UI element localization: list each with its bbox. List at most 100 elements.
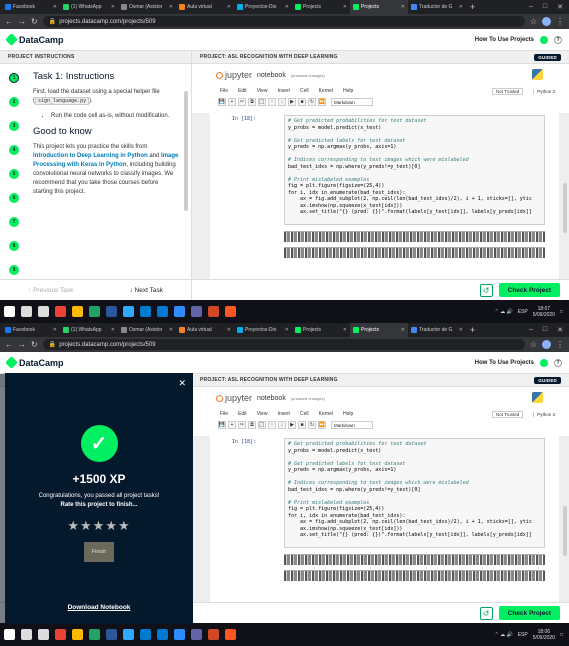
photoshop-icon[interactable] — [123, 306, 134, 317]
powerpoint-icon[interactable] — [208, 629, 219, 640]
chrome-icon[interactable] — [55, 629, 66, 640]
word-icon[interactable] — [106, 629, 117, 640]
browser-tab[interactable]: Facebook ✕ — [2, 323, 60, 337]
maximize-icon[interactable]: □ — [543, 3, 547, 11]
browser-tab[interactable]: (1) WhatsApp ✕ — [60, 0, 118, 14]
close-tab-icon[interactable]: ✕ — [285, 4, 289, 10]
word-icon[interactable] — [106, 306, 117, 317]
toolbar-button[interactable]: ↓ — [278, 98, 286, 106]
reset-icon[interactable]: ↺ — [479, 606, 493, 620]
menu-view[interactable]: View — [257, 88, 268, 94]
forward-icon[interactable]: → — [18, 17, 26, 26]
photoshop-icon[interactable] — [123, 629, 134, 640]
browser-tab[interactable]: Traductor de G ✕ — [408, 0, 466, 14]
close-tab-icon[interactable]: ✕ — [53, 4, 57, 10]
menu-insert[interactable]: Insert — [277, 88, 290, 94]
toolbar-button[interactable]: 📋 — [258, 421, 266, 429]
toolbar-button[interactable]: ↓ — [278, 421, 286, 429]
next-task-button[interactable]: ↓ Next Task — [129, 287, 162, 294]
new-tab-icon[interactable]: + — [470, 325, 475, 335]
toolbar-button[interactable]: ⏩ — [318, 421, 326, 429]
windows-icon[interactable] — [4, 306, 15, 317]
menu-kernel[interactable]: Kernel — [319, 88, 333, 94]
menu-help[interactable]: Help — [343, 88, 353, 94]
download-notebook-link[interactable]: Download Notebook — [5, 604, 193, 611]
minimize-icon[interactable]: – — [529, 3, 533, 11]
toolbar-button[interactable]: ↻ — [308, 421, 316, 429]
browser-tab[interactable]: Osmar (Asistor ✕ — [118, 0, 176, 14]
toolbar-button[interactable]: ⧉ — [248, 421, 256, 429]
explorer-icon[interactable] — [72, 629, 83, 640]
toolbar-button[interactable]: ↑ — [268, 98, 276, 106]
cell-type-select[interactable]: Markdown — [331, 98, 373, 106]
toolbar-button[interactable]: + — [228, 98, 236, 106]
star-rating[interactable]: ★★★★★ — [5, 518, 193, 534]
tray-icons[interactable]: ⌃ ☁ 🔊 — [495, 309, 513, 315]
toolbar-button[interactable]: ↻ — [308, 98, 316, 106]
finish-button[interactable]: Finish — [84, 542, 114, 562]
close-tab-icon[interactable]: ✕ — [343, 327, 347, 333]
star-icon[interactable]: ☆ — [530, 17, 537, 26]
app-icon[interactable] — [225, 629, 236, 640]
toolbar-button[interactable]: 📋 — [258, 98, 266, 106]
menu-file[interactable]: File — [220, 411, 228, 417]
search-icon[interactable] — [21, 306, 32, 317]
menu-icon[interactable]: ⋮ — [556, 17, 564, 26]
close-window-icon[interactable]: ✕ — [557, 3, 563, 11]
toolbar-button[interactable]: ▶ — [288, 98, 296, 106]
avatar[interactable] — [542, 17, 551, 26]
green-app-icon[interactable] — [89, 306, 100, 317]
clock[interactable]: 18:07 5/09/2020 — [533, 306, 555, 318]
close-tab-icon[interactable]: ✕ — [285, 327, 289, 333]
menu-insert[interactable]: Insert — [277, 411, 290, 417]
language-indicator[interactable]: ESP — [518, 632, 528, 638]
powerpoint-icon[interactable] — [208, 306, 219, 317]
zoom-icon[interactable] — [174, 306, 185, 317]
reload-icon[interactable]: ↻ — [31, 17, 38, 26]
task-step-6[interactable]: 6 — [9, 193, 19, 203]
menu-help[interactable]: Help — [343, 411, 353, 417]
browser-tab[interactable]: Proyectos-Dio ✕ — [234, 0, 292, 14]
scrollbar[interactable] — [184, 91, 188, 211]
toolbar-button[interactable]: + — [228, 421, 236, 429]
back-icon[interactable]: ← — [5, 17, 13, 26]
task-step-7[interactable]: 7 — [9, 217, 19, 227]
back-icon[interactable]: ← — [5, 340, 13, 349]
not-trusted-badge[interactable]: Not Trusted — [491, 87, 524, 95]
search-icon[interactable] — [21, 629, 32, 640]
reload-icon[interactable]: ↻ — [31, 340, 38, 349]
toolbar-button[interactable]: 💾 — [218, 421, 226, 429]
vscode-icon[interactable] — [140, 629, 151, 640]
close-tab-icon[interactable]: ✕ — [111, 4, 115, 10]
minimize-icon[interactable]: – — [529, 326, 533, 334]
close-tab-icon[interactable]: ✕ — [169, 4, 173, 10]
task-step-8[interactable]: 8 — [9, 241, 19, 251]
zoom-icon[interactable] — [174, 629, 185, 640]
code-cell[interactable]: In [18]: # Get predicted probabilities f… — [210, 113, 559, 279]
scrollbar[interactable] — [563, 506, 567, 556]
browser-tab[interactable]: Facebook ✕ — [2, 0, 60, 14]
task-step-2[interactable]: 2 — [9, 97, 19, 107]
toolbar-button[interactable]: ✂ — [238, 421, 246, 429]
toolbar-button[interactable]: ↑ — [268, 421, 276, 429]
url-field[interactable]: 🔒 projects.datacamp.com/projects/509 — [42, 339, 525, 350]
task-view-icon[interactable] — [38, 629, 49, 640]
app-icon[interactable] — [225, 306, 236, 317]
clock[interactable]: 18:06 5/09/2020 — [533, 629, 555, 641]
task-step-4[interactable]: 4 — [9, 145, 19, 155]
teams-icon[interactable] — [191, 306, 202, 317]
toolbar-button[interactable]: ⏩ — [318, 98, 326, 106]
how-to-link[interactable]: How To Use Projects — [475, 360, 534, 366]
close-window-icon[interactable]: ✕ — [557, 326, 563, 334]
forward-icon[interactable]: → — [18, 340, 26, 349]
datacamp-logo[interactable]: DataCamp — [5, 33, 64, 46]
cell-type-select[interactable]: Markdown — [331, 421, 373, 429]
check-project-button[interactable]: Check Project — [498, 283, 560, 297]
task-step-9[interactable]: 9 — [9, 265, 19, 275]
browser-tab[interactable]: Traductor de G ✕ — [408, 323, 466, 337]
browser-tab[interactable]: Projects ✕ — [292, 323, 350, 337]
code-input[interactable]: # Get predicted probabilities for test d… — [284, 115, 545, 225]
close-icon[interactable]: ✕ — [178, 378, 186, 389]
browser-tab[interactable]: Osmar (Asistor ✕ — [118, 323, 176, 337]
close-tab-icon[interactable]: ✕ — [53, 327, 57, 333]
